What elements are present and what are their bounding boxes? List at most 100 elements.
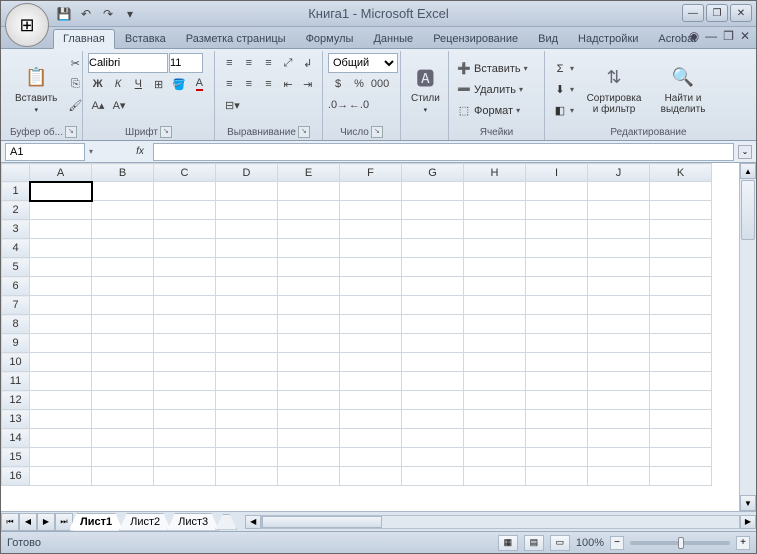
cell-H7[interactable] bbox=[464, 296, 526, 315]
cell-C11[interactable] bbox=[154, 372, 216, 391]
cell-H2[interactable] bbox=[464, 201, 526, 220]
cell-G11[interactable] bbox=[402, 372, 464, 391]
cell-B9[interactable] bbox=[92, 334, 154, 353]
minimize-button[interactable]: — bbox=[682, 4, 704, 22]
cell-B13[interactable] bbox=[92, 410, 154, 429]
column-header-K[interactable]: K bbox=[650, 164, 712, 182]
cell-C9[interactable] bbox=[154, 334, 216, 353]
cell-D16[interactable] bbox=[216, 467, 278, 486]
cell-G7[interactable] bbox=[402, 296, 464, 315]
clear-button[interactable]: ◧▾ bbox=[550, 101, 577, 121]
scroll-up-button[interactable]: ▲ bbox=[740, 163, 756, 179]
cell-A4[interactable] bbox=[30, 239, 92, 258]
cell-A11[interactable] bbox=[30, 372, 92, 391]
cell-E5[interactable] bbox=[278, 258, 340, 277]
zoom-in-button[interactable]: + bbox=[736, 536, 750, 550]
column-header-I[interactable]: I bbox=[526, 164, 588, 182]
align-top-button[interactable]: ≡ bbox=[220, 53, 239, 73]
cell-J16[interactable] bbox=[588, 467, 650, 486]
cell-B3[interactable] bbox=[92, 220, 154, 239]
cell-E8[interactable] bbox=[278, 315, 340, 334]
italic-button[interactable]: К bbox=[108, 74, 127, 94]
number-format-combo[interactable]: Общий bbox=[328, 53, 398, 73]
doc-close-button[interactable]: ✕ bbox=[740, 29, 750, 43]
merge-center-button[interactable]: ⊟▾ bbox=[220, 95, 245, 115]
cell-A5[interactable] bbox=[30, 258, 92, 277]
cell-B12[interactable] bbox=[92, 391, 154, 410]
cell-I10[interactable] bbox=[526, 353, 588, 372]
cell-J2[interactable] bbox=[588, 201, 650, 220]
cell-K5[interactable] bbox=[650, 258, 712, 277]
cell-C8[interactable] bbox=[154, 315, 216, 334]
cell-G15[interactable] bbox=[402, 448, 464, 467]
cell-K13[interactable] bbox=[650, 410, 712, 429]
tab-addins[interactable]: Надстройки bbox=[568, 29, 648, 48]
cell-D15[interactable] bbox=[216, 448, 278, 467]
cell-B8[interactable] bbox=[92, 315, 154, 334]
zoom-out-button[interactable]: − bbox=[610, 536, 624, 550]
align-middle-button[interactable]: ≡ bbox=[240, 53, 259, 73]
column-header-C[interactable]: C bbox=[154, 164, 216, 182]
cell-F9[interactable] bbox=[340, 334, 402, 353]
font-size-combo[interactable] bbox=[169, 53, 203, 73]
cell-A13[interactable] bbox=[30, 410, 92, 429]
alignment-dialog-launcher[interactable]: ↘ bbox=[298, 126, 310, 138]
cell-B11[interactable] bbox=[92, 372, 154, 391]
cell-C4[interactable] bbox=[154, 239, 216, 258]
cell-F8[interactable] bbox=[340, 315, 402, 334]
row-header-4[interactable]: 4 bbox=[2, 239, 30, 258]
sheet-tab-2[interactable]: Лист2 bbox=[119, 513, 171, 531]
row-header-13[interactable]: 13 bbox=[2, 410, 30, 429]
cell-E4[interactable] bbox=[278, 239, 340, 258]
number-dialog-launcher[interactable]: ↘ bbox=[371, 126, 383, 138]
cell-C3[interactable] bbox=[154, 220, 216, 239]
cell-E14[interactable] bbox=[278, 429, 340, 448]
qat-customize[interactable]: ▾ bbox=[121, 5, 139, 23]
orientation-button[interactable]: ⤢ bbox=[279, 53, 298, 73]
cell-K9[interactable] bbox=[650, 334, 712, 353]
doc-minimize-button[interactable]: — bbox=[705, 29, 717, 43]
cell-C2[interactable] bbox=[154, 201, 216, 220]
column-header-G[interactable]: G bbox=[402, 164, 464, 182]
cell-J4[interactable] bbox=[588, 239, 650, 258]
select-all-corner[interactable] bbox=[2, 164, 30, 182]
decrease-decimal-button[interactable]: ←.0 bbox=[349, 95, 369, 115]
column-header-D[interactable]: D bbox=[216, 164, 278, 182]
font-color-button[interactable]: A bbox=[190, 74, 209, 94]
increase-decimal-button[interactable]: .0→ bbox=[328, 95, 348, 115]
row-header-1[interactable]: 1 bbox=[2, 182, 30, 201]
cell-J3[interactable] bbox=[588, 220, 650, 239]
cell-C12[interactable] bbox=[154, 391, 216, 410]
cell-A15[interactable] bbox=[30, 448, 92, 467]
cell-E15[interactable] bbox=[278, 448, 340, 467]
cell-D2[interactable] bbox=[216, 201, 278, 220]
cell-I16[interactable] bbox=[526, 467, 588, 486]
grow-font-button[interactable]: A▴ bbox=[88, 95, 108, 115]
cell-J6[interactable] bbox=[588, 277, 650, 296]
close-button[interactable]: ✕ bbox=[730, 4, 752, 22]
cell-A2[interactable] bbox=[30, 201, 92, 220]
column-header-E[interactable]: E bbox=[278, 164, 340, 182]
cell-B2[interactable] bbox=[92, 201, 154, 220]
cell-A8[interactable] bbox=[30, 315, 92, 334]
sheet-tab-3[interactable]: Лист3 bbox=[167, 513, 219, 531]
row-header-9[interactable]: 9 bbox=[2, 334, 30, 353]
hscroll-thumb[interactable] bbox=[262, 516, 382, 528]
cell-F13[interactable] bbox=[340, 410, 402, 429]
cell-I1[interactable] bbox=[526, 182, 588, 201]
cell-B10[interactable] bbox=[92, 353, 154, 372]
new-sheet-button[interactable] bbox=[215, 514, 237, 530]
maximize-button[interactable]: ❐ bbox=[706, 4, 728, 22]
cell-G10[interactable] bbox=[402, 353, 464, 372]
cell-G14[interactable] bbox=[402, 429, 464, 448]
cell-D4[interactable] bbox=[216, 239, 278, 258]
underline-button[interactable]: Ч bbox=[129, 74, 148, 94]
cell-A14[interactable] bbox=[30, 429, 92, 448]
cell-I2[interactable] bbox=[526, 201, 588, 220]
cell-C5[interactable] bbox=[154, 258, 216, 277]
cell-I6[interactable] bbox=[526, 277, 588, 296]
cell-A12[interactable] bbox=[30, 391, 92, 410]
cell-D7[interactable] bbox=[216, 296, 278, 315]
cell-K2[interactable] bbox=[650, 201, 712, 220]
cell-G3[interactable] bbox=[402, 220, 464, 239]
